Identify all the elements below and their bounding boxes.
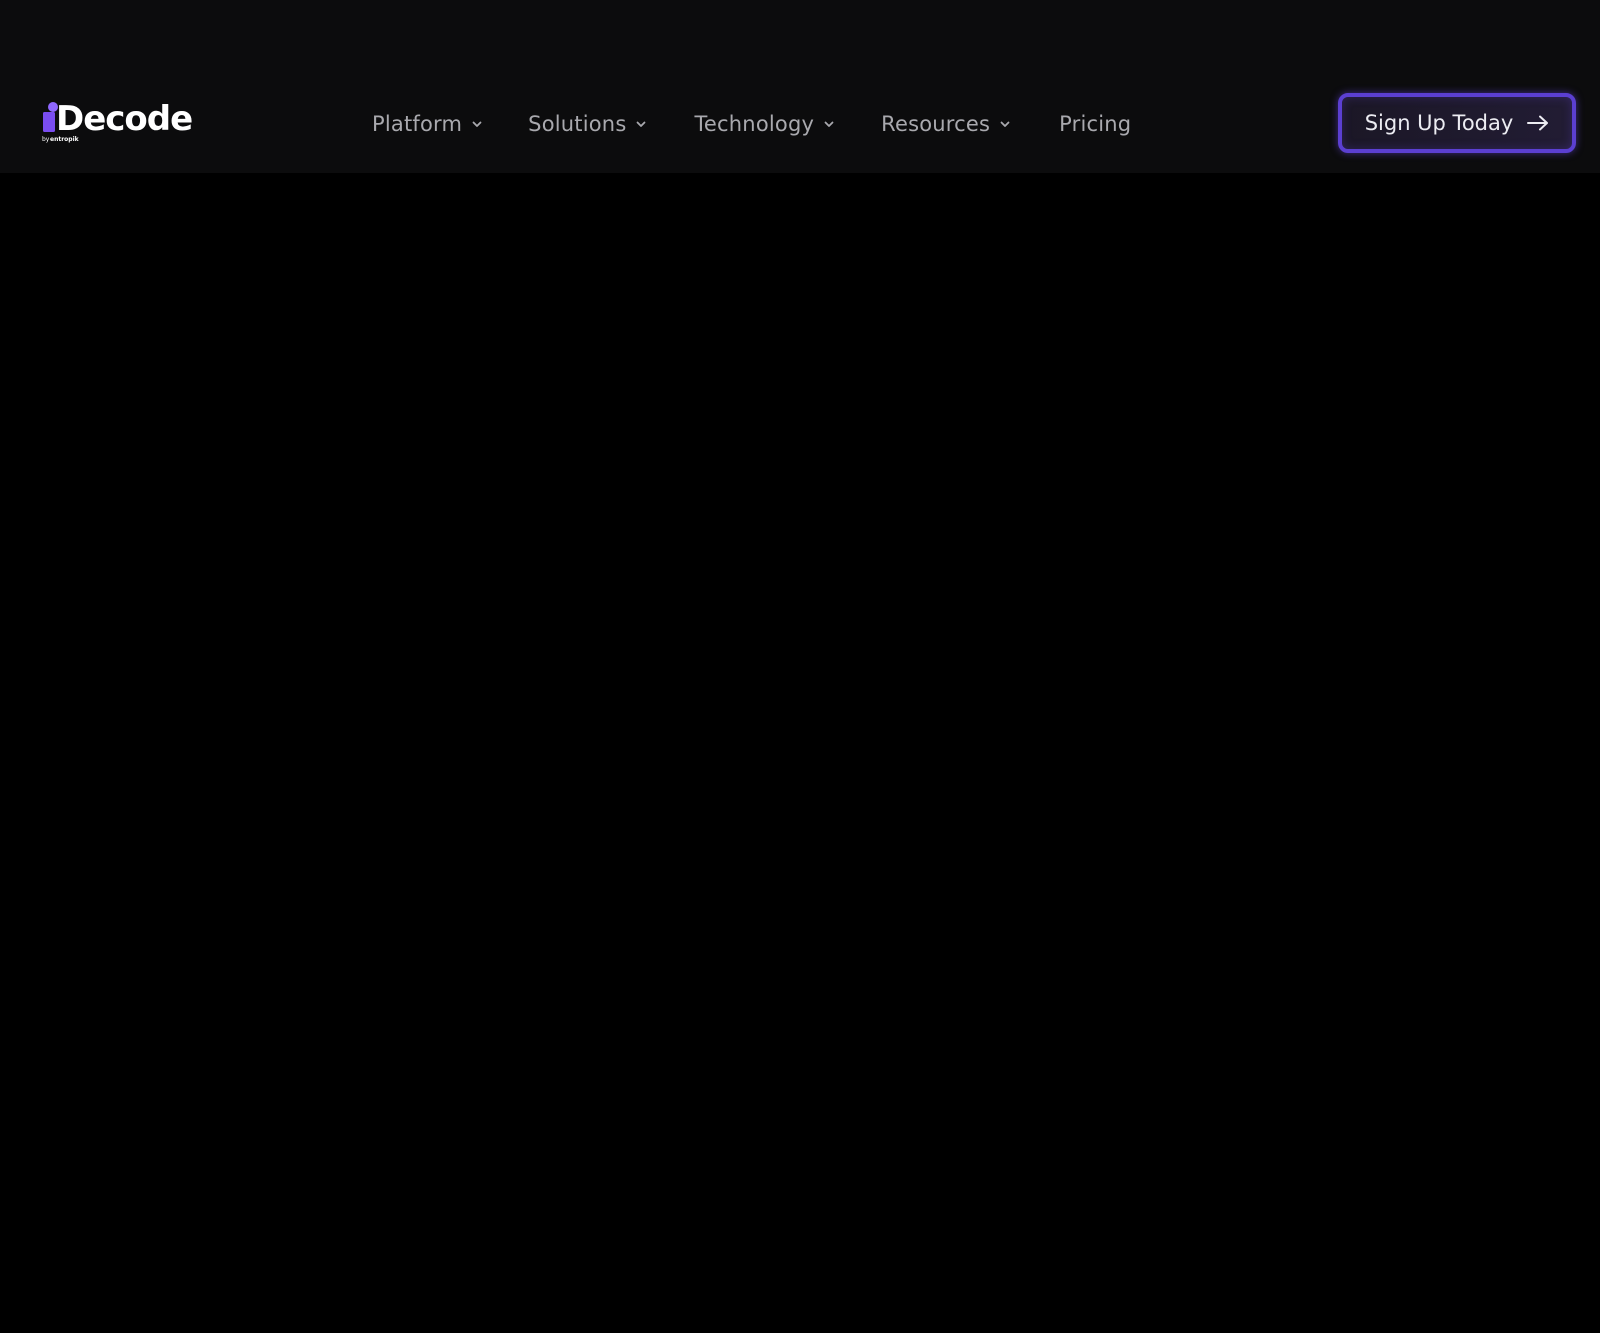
chevron-down-icon bbox=[472, 121, 482, 127]
nav-item-label: Solutions bbox=[528, 112, 627, 136]
nav-item-solutions[interactable]: Solutions bbox=[528, 112, 647, 136]
nav-item-pricing[interactable]: Pricing bbox=[1059, 112, 1131, 136]
nav-item-technology[interactable]: Technology bbox=[694, 112, 835, 136]
idecode-logo-icon: Decode by entropik bbox=[42, 99, 192, 143]
nav-item-label: Platform bbox=[372, 112, 463, 136]
sign-up-button-label: Sign Up Today bbox=[1364, 111, 1514, 135]
nav-item-label: Resources bbox=[881, 112, 991, 136]
chevron-down-icon bbox=[824, 121, 834, 127]
chevron-down-icon bbox=[1000, 121, 1010, 127]
nav-item-label: Technology bbox=[694, 112, 815, 136]
nav-item-platform[interactable]: Platform bbox=[372, 112, 483, 136]
chevron-down-icon bbox=[637, 121, 646, 127]
logo[interactable]: Decode by entropik bbox=[42, 98, 192, 148]
nav-item-resources[interactable]: Resources bbox=[881, 112, 1011, 136]
main-content bbox=[0, 173, 1600, 1333]
nav-item-label: Pricing bbox=[1059, 112, 1132, 136]
site-header: Decode by entropik Platform Solutions Te… bbox=[0, 0, 1600, 173]
svg-text:entropik: entropik bbox=[50, 136, 80, 143]
svg-text:Decode: Decode bbox=[56, 99, 192, 139]
logo-tagline: by bbox=[42, 136, 50, 143]
arrow-right-icon bbox=[1527, 115, 1549, 131]
main-nav: Platform Solutions Technology Resources … bbox=[372, 100, 1131, 148]
sign-up-button[interactable]: Sign Up Today bbox=[1338, 93, 1576, 153]
page: Decode by entropik Platform Solutions Te… bbox=[0, 0, 1600, 1333]
